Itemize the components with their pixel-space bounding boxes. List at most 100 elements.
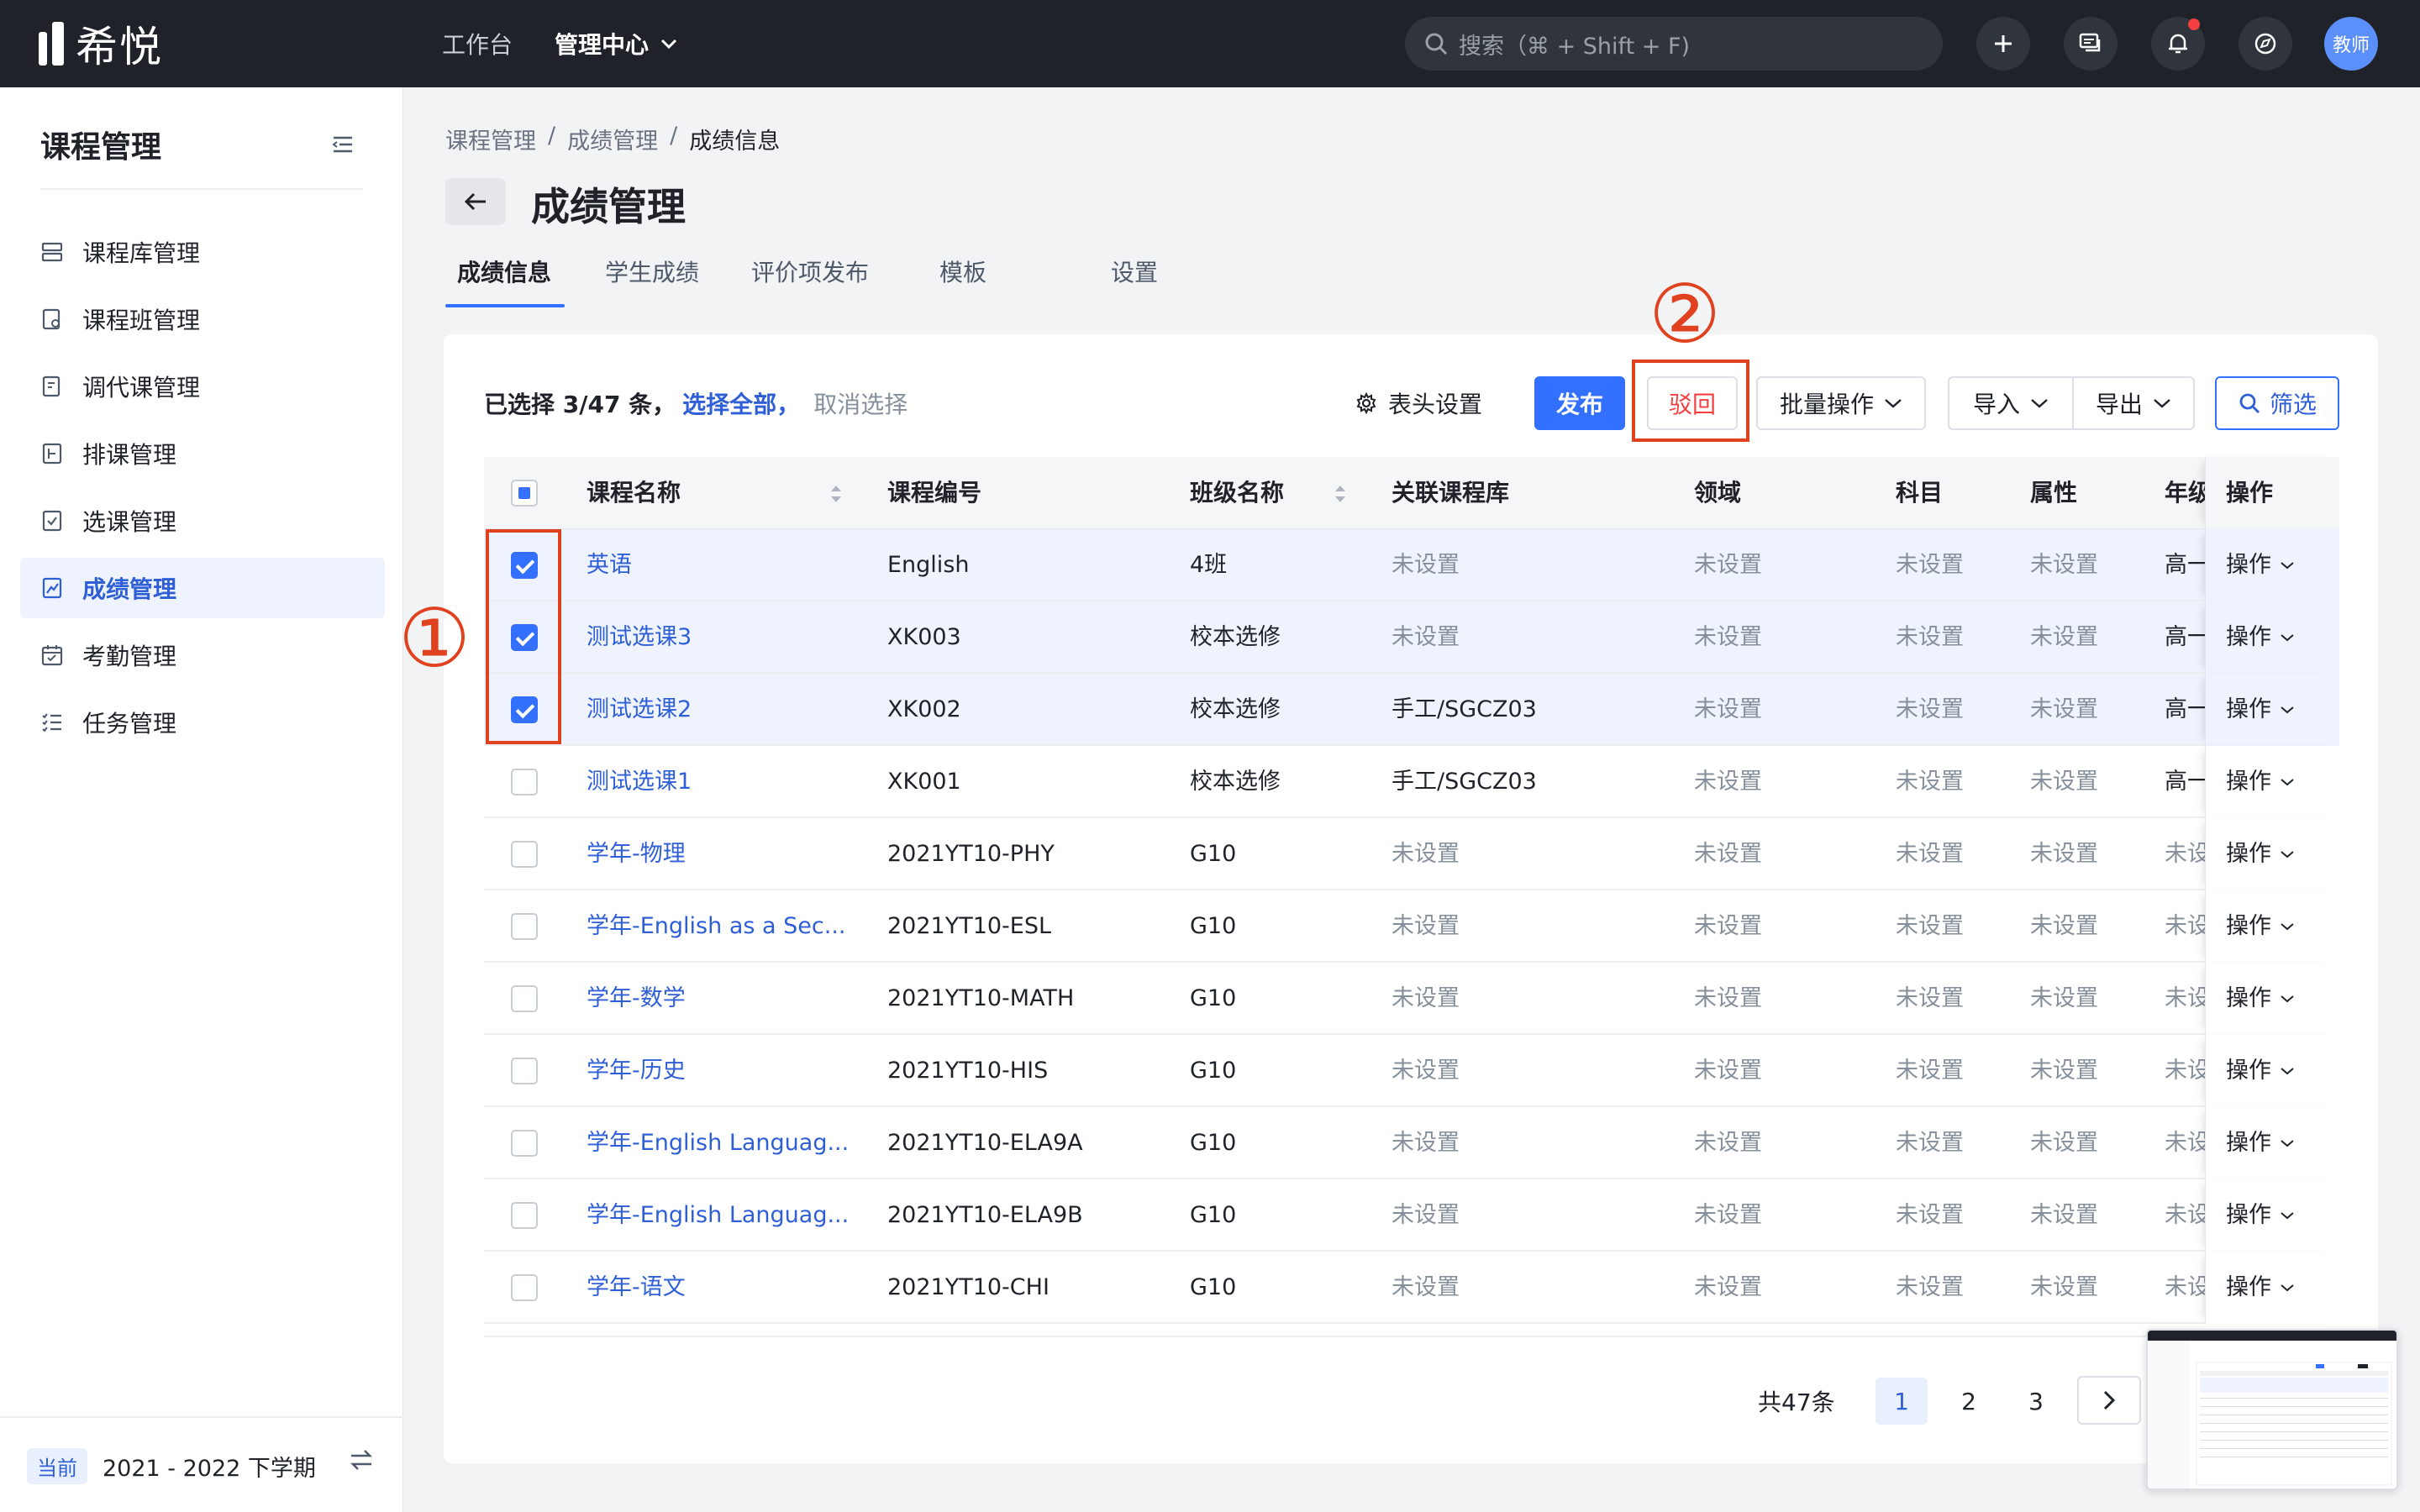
nav-workbench[interactable]: 工作台 xyxy=(442,27,513,60)
row-checkbox[interactable] xyxy=(511,913,538,940)
subject: 未设置 xyxy=(1896,841,1964,867)
row-checkbox[interactable] xyxy=(511,1274,538,1301)
export-button[interactable]: 导出 xyxy=(2072,376,2195,430)
linked-library: 未设置 xyxy=(1392,841,1460,867)
back-button[interactable] xyxy=(445,178,506,225)
table-row[interactable]: 学年-English Languag... 2021YT10-ELA9A G10 未设… xyxy=(484,1107,2339,1179)
page-button-3[interactable]: 3 xyxy=(2010,1378,2062,1425)
batch-operations-button[interactable]: 批量操作 xyxy=(1756,376,1926,430)
row-operations[interactable]: 操作 xyxy=(2205,601,2339,674)
course-name-link[interactable]: 学年-物理 xyxy=(587,818,864,890)
column-header-grade: 年级 xyxy=(2165,479,2205,507)
cancel-selection-link[interactable]: 取消选择 xyxy=(813,386,908,420)
logo[interactable]: 希悦 xyxy=(39,18,163,71)
page-button-2[interactable]: 2 xyxy=(1943,1378,1995,1425)
page-thumbnail[interactable] xyxy=(2146,1329,2398,1490)
sort-icon[interactable] xyxy=(829,482,844,506)
table-row[interactable]: 学年-语文 2021YT10-CHI G10 未设置 未设置 未设置 未设置 未设 操作 xyxy=(484,1252,2339,1324)
filter-button[interactable]: 筛选 xyxy=(2215,376,2339,430)
row-checkbox[interactable] xyxy=(511,1058,538,1084)
table-row[interactable]: 学年-历史 2021YT10-HIS G10 未设置 未设置 未设置 未设置 未设 操作 xyxy=(484,1035,2339,1107)
row-operations[interactable]: 操作 xyxy=(2205,746,2339,818)
help-button[interactable] xyxy=(2238,17,2292,71)
row-checkbox[interactable] xyxy=(511,985,538,1012)
collapse-sidebar-icon[interactable] xyxy=(331,134,355,155)
messages-button[interactable] xyxy=(2064,17,2118,71)
page-button-1[interactable]: 1 xyxy=(1876,1378,1928,1425)
publish-button[interactable]: 发布 xyxy=(1534,376,1625,430)
breadcrumb-course[interactable]: 课程管理 xyxy=(445,123,536,155)
subject: 未设置 xyxy=(1896,1274,1964,1300)
row-checkbox[interactable] xyxy=(511,769,538,795)
course-name-link[interactable]: 学年-历史 xyxy=(587,1035,864,1107)
sidebar-item-course-library[interactable]: 课程库管理 xyxy=(20,222,385,282)
row-operations[interactable]: 操作 xyxy=(2205,1252,2339,1324)
next-page-button[interactable] xyxy=(2077,1376,2141,1425)
row-operations[interactable]: 操作 xyxy=(2205,818,2339,890)
notifications-button[interactable] xyxy=(2151,17,2205,71)
sidebar-item-scheduling[interactable]: 排课管理 xyxy=(20,423,385,484)
course-name-link[interactable]: 学年-English Languag... xyxy=(587,1179,864,1252)
linked-library: 未设置 xyxy=(1392,552,1460,578)
tab-student-grades[interactable]: 学生成绩 xyxy=(593,252,711,311)
sort-icon[interactable] xyxy=(1333,482,1348,506)
row-operations[interactable]: 操作 xyxy=(2205,529,2339,601)
table-row[interactable]: 测试选课2 XK002 校本选修 手工/SGCZ03 未设置 未设置 未设置 高一 操作 xyxy=(484,674,2339,746)
select-all-checkbox[interactable] xyxy=(511,480,538,507)
column-header-class-name[interactable]: 班级名称 xyxy=(1190,457,1284,529)
table-row[interactable]: 学年-English Languag... 2021YT10-ELA9B G10 未设… xyxy=(484,1179,2339,1252)
subject: 未设置 xyxy=(1896,1058,1964,1084)
row-operations[interactable]: 操作 xyxy=(2205,1107,2339,1179)
table-row[interactable]: 学年-English as a Sec... 2021YT10-ESL G10 未设置… xyxy=(484,890,2339,963)
search-input[interactable]: 搜索（⌘ + Shift + F) xyxy=(1405,17,1943,71)
term-selector[interactable]: 当前 2021 - 2022 下学期 xyxy=(27,1448,316,1484)
course-name-link[interactable]: 测试选课3 xyxy=(587,601,864,674)
row-operations[interactable]: 操作 xyxy=(2205,1035,2339,1107)
nav-admin-center[interactable]: 管理中心 xyxy=(555,27,677,60)
import-button[interactable]: 导入 xyxy=(1948,376,2074,430)
sidebar-item-grades[interactable]: 成绩管理 xyxy=(20,558,385,618)
attribute: 未设置 xyxy=(2030,696,2098,722)
subject: 未设置 xyxy=(1896,696,1964,722)
header-settings-button[interactable]: 表头设置 xyxy=(1355,386,1482,420)
row-operations[interactable]: 操作 xyxy=(2205,1179,2339,1252)
row-checkbox[interactable] xyxy=(511,1130,538,1157)
column-header-course-name[interactable]: 课程名称 xyxy=(587,457,681,529)
tab-evaluation-publish[interactable]: 评价项发布 xyxy=(739,252,881,311)
table-row[interactable]: 英语 English 4班 未设置 未设置 未设置 未设置 高一 操作 xyxy=(484,529,2339,601)
table-row[interactable]: 学年-物理 2021YT10-PHY G10 未设置 未设置 未设置 未设置 未设 操作 xyxy=(484,818,2339,890)
row-operations[interactable]: 操作 xyxy=(2205,890,2339,963)
tab-grade-info[interactable]: 成绩信息 xyxy=(445,252,565,311)
row-operations[interactable]: 操作 xyxy=(2205,963,2339,1035)
column-header-course-code: 课程编号 xyxy=(887,479,982,507)
sidebar-item-course-class[interactable]: 课程班管理 xyxy=(20,289,385,349)
breadcrumb-grades[interactable]: 成绩管理 xyxy=(567,123,658,155)
column-header-attribute: 属性 xyxy=(2030,479,2078,507)
course-name-link[interactable]: 学年-English Languag... xyxy=(587,1107,864,1179)
course-name-link[interactable]: 学年-English as a Sec... xyxy=(587,890,864,963)
sidebar-item-tasks[interactable]: 任务管理 xyxy=(20,692,385,753)
sidebar-item-selection[interactable]: 选课管理 xyxy=(20,491,385,551)
add-button[interactable] xyxy=(1976,17,2030,71)
course-name-link[interactable]: 测试选课2 xyxy=(587,674,864,746)
operations-label: 操作 xyxy=(2226,769,2271,795)
course-name-link[interactable]: 测试选课1 xyxy=(587,746,864,818)
select-all-link[interactable]: 选择全部， xyxy=(682,386,800,420)
tab-templates[interactable]: 模板 xyxy=(928,252,998,311)
sidebar-item-attendance[interactable]: 考勤管理 xyxy=(20,625,385,685)
table-row[interactable]: 测试选课3 XK003 校本选修 未设置 未设置 未设置 未设置 高一 操作 xyxy=(484,601,2339,674)
course-name-link[interactable]: 英语 xyxy=(587,529,864,601)
tab-settings[interactable]: 设置 xyxy=(1099,252,1170,311)
avatar[interactable]: 教师 xyxy=(2324,17,2378,71)
row-checkbox[interactable] xyxy=(511,841,538,868)
table-row[interactable]: 测试选课1 XK001 校本选修 手工/SGCZ03 未设置 未设置 未设置 高一 操作 xyxy=(484,746,2339,818)
switch-term-icon[interactable] xyxy=(348,1448,375,1472)
table-row[interactable]: 学年-数学 2021YT10-MATH G10 未设置 未设置 未设置 未设置 未设 操作 xyxy=(484,963,2339,1035)
subject: 未设置 xyxy=(1896,1130,1964,1156)
domain: 未设置 xyxy=(1694,985,1762,1011)
course-name-link[interactable]: 学年-数学 xyxy=(587,963,864,1035)
sidebar-item-substitution[interactable]: 调代课管理 xyxy=(20,356,385,417)
row-checkbox[interactable] xyxy=(511,1202,538,1229)
course-name-link[interactable]: 学年-语文 xyxy=(587,1252,864,1324)
row-operations[interactable]: 操作 xyxy=(2205,674,2339,746)
